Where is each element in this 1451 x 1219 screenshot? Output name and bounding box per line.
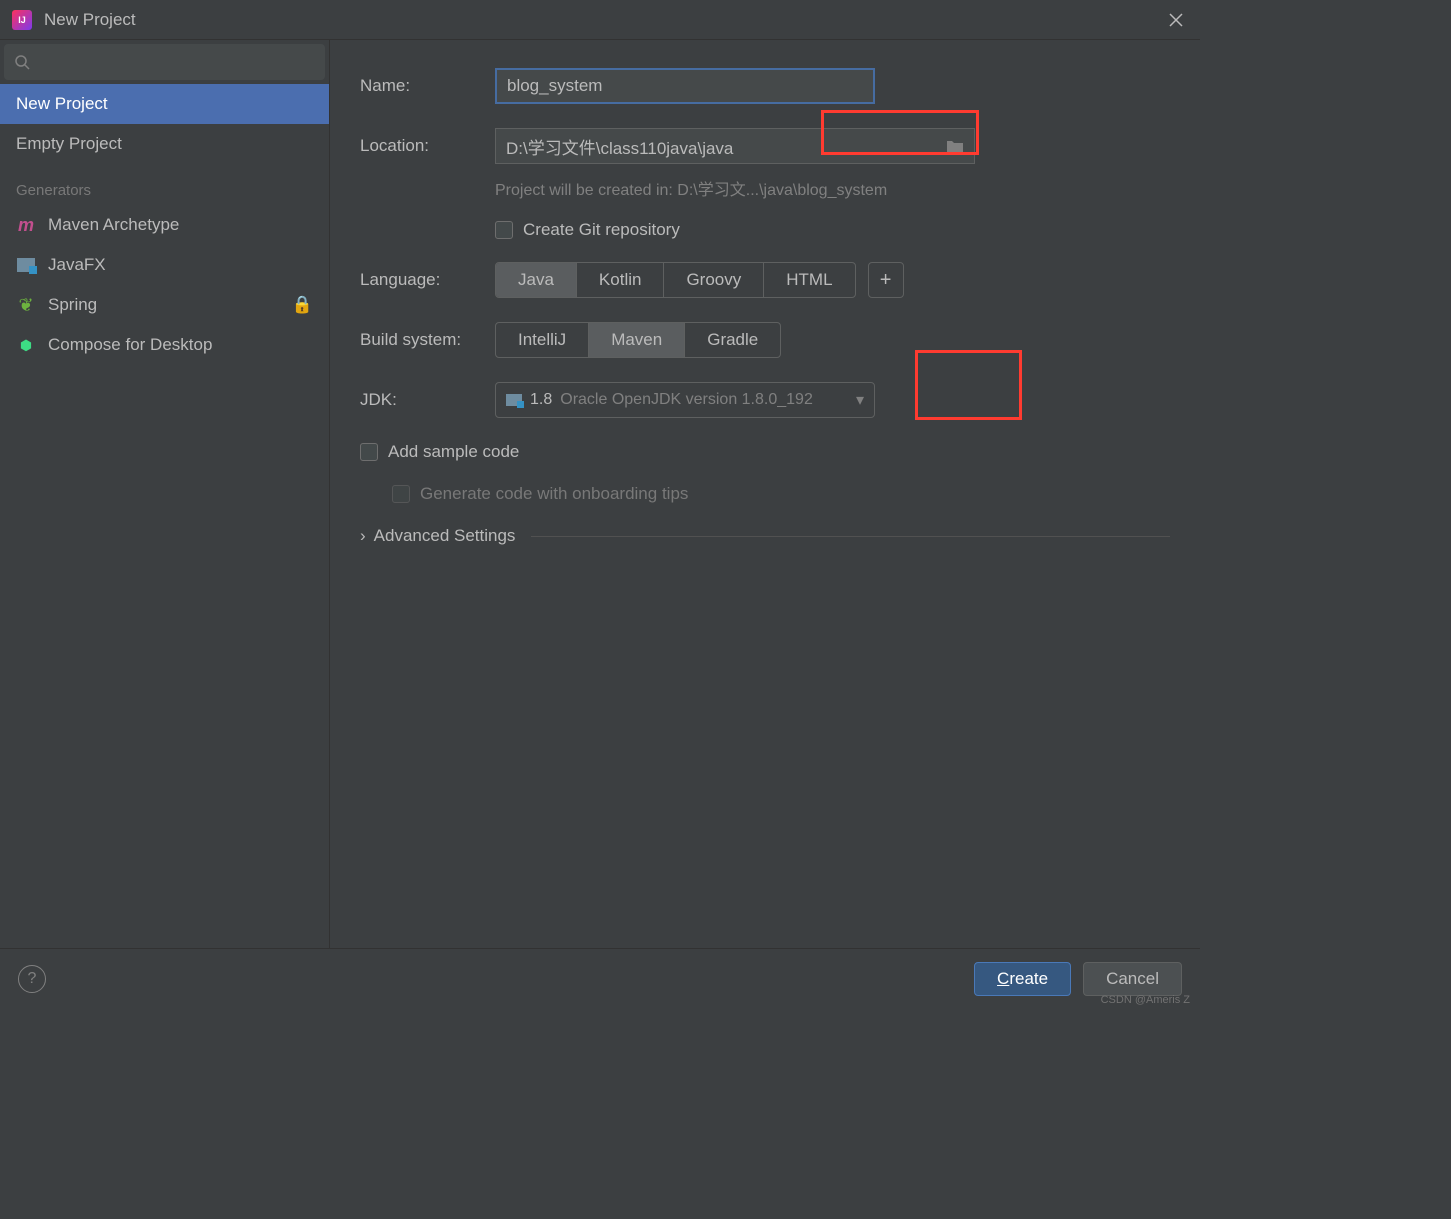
sidebar-item-compose[interactable]: ⬢ Compose for Desktop xyxy=(0,325,329,365)
jdk-version: 1.8 xyxy=(530,391,552,409)
divider xyxy=(531,536,1170,537)
sidebar-item-new-project[interactable]: New Project xyxy=(0,84,329,124)
jdk-label: JDK: xyxy=(360,390,495,410)
git-checkbox[interactable] xyxy=(495,221,513,239)
sidebar-section-generators: Generators xyxy=(0,164,329,205)
sidebar-item-label: Compose for Desktop xyxy=(48,335,212,355)
language-group: Java Kotlin Groovy HTML xyxy=(495,262,856,298)
sidebar-item-javafx[interactable]: JavaFX xyxy=(0,245,329,285)
jdk-folder-icon xyxy=(506,394,522,406)
javafx-icon xyxy=(16,255,36,275)
chevron-down-icon: ▾ xyxy=(856,390,864,410)
advanced-settings-label: Advanced Settings xyxy=(374,526,516,546)
sidebar-item-spring[interactable]: ❦ Spring 🔒 xyxy=(0,285,329,325)
language-option-kotlin[interactable]: Kotlin xyxy=(577,263,665,297)
jdk-description: Oracle OpenJDK version 1.8.0_192 xyxy=(560,391,848,409)
language-label: Language: xyxy=(360,270,495,290)
location-input[interactable]: D:\学习文件\class110java\java xyxy=(495,128,975,164)
create-button[interactable]: Create xyxy=(974,962,1071,996)
app-icon xyxy=(12,10,32,30)
name-label: Name: xyxy=(360,76,495,96)
location-hint: Project will be created in: D:\学习文...\ja… xyxy=(495,176,1170,200)
build-option-gradle[interactable]: Gradle xyxy=(685,323,780,357)
browse-folder-icon[interactable] xyxy=(946,139,964,153)
jdk-dropdown[interactable]: 1.8 Oracle OpenJDK version 1.8.0_192 ▾ xyxy=(495,382,875,418)
build-label: Build system: xyxy=(360,330,495,350)
window-title: New Project xyxy=(44,10,136,30)
build-option-maven[interactable]: Maven xyxy=(589,323,685,357)
onboarding-label: Generate code with onboarding tips xyxy=(420,484,688,504)
language-option-html[interactable]: HTML xyxy=(764,263,854,297)
content-pane: Name: Location: D:\学习文件\class110java\jav… xyxy=(330,40,1200,948)
maven-icon: m xyxy=(16,215,36,235)
spring-icon: ❦ xyxy=(16,295,36,315)
search-icon xyxy=(14,54,30,70)
sidebar-item-maven-archetype[interactable]: m Maven Archetype xyxy=(0,205,329,245)
build-system-group: IntelliJ Maven Gradle xyxy=(495,322,781,358)
advanced-settings-toggle[interactable]: › Advanced Settings xyxy=(360,526,1170,546)
sidebar: New Project Empty Project Generators m M… xyxy=(0,40,330,948)
lock-icon: 🔒 xyxy=(292,295,313,315)
cancel-button[interactable]: Cancel xyxy=(1083,962,1182,996)
language-option-java[interactable]: Java xyxy=(496,263,577,297)
chevron-right-icon: › xyxy=(360,526,366,546)
onboarding-checkbox xyxy=(392,485,410,503)
sidebar-item-label: Maven Archetype xyxy=(48,215,179,235)
add-language-button[interactable]: + xyxy=(868,262,904,298)
sidebar-item-label: Spring xyxy=(48,295,97,315)
compose-icon: ⬢ xyxy=(16,335,36,355)
language-option-groovy[interactable]: Groovy xyxy=(664,263,764,297)
sidebar-item-label: JavaFX xyxy=(48,255,106,275)
location-label: Location: xyxy=(360,136,495,156)
sidebar-item-empty-project[interactable]: Empty Project xyxy=(0,124,329,164)
footer: ? Create Cancel xyxy=(0,948,1200,1008)
sidebar-item-label: Empty Project xyxy=(16,134,122,154)
search-input[interactable] xyxy=(4,44,325,80)
title-bar: New Project xyxy=(0,0,1200,40)
build-option-intellij[interactable]: IntelliJ xyxy=(496,323,589,357)
location-value: D:\学习文件\class110java\java xyxy=(506,134,733,159)
help-button[interactable]: ? xyxy=(18,965,46,993)
watermark: CSDN @Ameris Z xyxy=(1101,994,1190,1006)
name-input[interactable] xyxy=(495,68,875,104)
sidebar-item-label: New Project xyxy=(16,94,108,114)
sample-code-label: Add sample code xyxy=(388,442,519,462)
close-icon[interactable] xyxy=(1164,8,1188,32)
sample-code-checkbox[interactable] xyxy=(360,443,378,461)
git-label: Create Git repository xyxy=(523,220,680,240)
